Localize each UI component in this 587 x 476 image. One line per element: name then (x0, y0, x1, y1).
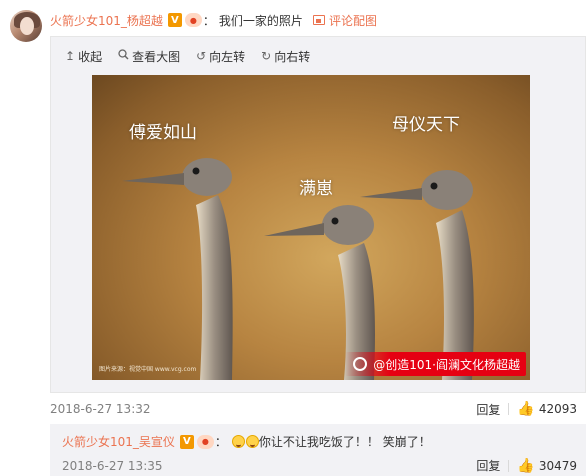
weibo-logo-icon (353, 357, 368, 371)
caption-left: 傅爱如山 (129, 123, 197, 143)
view-large-button[interactable]: 查看大图 (118, 48, 180, 65)
emoji-group (231, 435, 259, 448)
rotate-right-icon: ↻ (261, 49, 272, 63)
view-large-label: 查看大图 (132, 49, 181, 64)
post-text: 我们一家的照片 (218, 13, 303, 28)
photo-credit: 图片来源：视觉中国 www.vcg.com (99, 366, 197, 373)
verified-badge-icon[interactable]: V (179, 434, 194, 449)
collapse-button[interactable]: ↥ 收起 (65, 48, 102, 65)
rotate-left-button[interactable]: ↺ 向左转 (196, 48, 245, 65)
media-toolbar: ↥ 收起 查看大图 ↺ 向左转 ↻ 向右转 (51, 37, 585, 75)
media-box: ↥ 收起 查看大图 ↺ 向左转 ↻ 向右转 傅爱如山 满崽 母仪天下 图片来源：… (50, 36, 586, 393)
medal-badge-icon[interactable]: ● (184, 13, 202, 27)
post-timestamp: 2018-6-27 13:32 (50, 402, 151, 416)
laughing-emoji-icon (245, 435, 259, 448)
rotate-right-label: 向右转 (274, 49, 311, 64)
photo-watermark: @创造101·阎澜文化杨超越 (345, 352, 526, 376)
rotate-left-icon: ↺ (196, 49, 207, 63)
reply-timestamp: 2018-6-27 13:35 (62, 458, 163, 473)
colon: ： (214, 435, 227, 449)
divider (508, 403, 510, 415)
search-icon (118, 49, 129, 63)
collapse-label: 收起 (78, 49, 103, 64)
reply-button[interactable]: 回复 (476, 401, 500, 418)
picture-icon (312, 15, 325, 25)
like-icon[interactable]: 👍 (517, 458, 534, 474)
colon: ： (202, 13, 215, 28)
avatar-face (20, 17, 34, 35)
comment-pic-label: 评论配图 (328, 13, 377, 28)
post-actions: 回复 👍 42093 (476, 401, 577, 418)
caption-right: 母仪天下 (392, 115, 460, 135)
post-username[interactable]: 火箭少女101_杨超越 (50, 12, 163, 29)
reply-comment: 火箭少女101_吴宣仪 V ● ： 你让不让我吃饭了！！ 笑崩了！ 2018-6… (50, 424, 586, 476)
post-header: 火箭少女101_杨超越 V ● ： 我们一家的照片 评论配图 (50, 11, 577, 29)
rotate-right-button[interactable]: ↻ 向右转 (261, 48, 310, 65)
comment-pic-link[interactable]: 评论配图 (312, 12, 377, 29)
rotate-left-label: 向左转 (209, 49, 246, 64)
watermark-text: @创造101·阎澜文化杨超越 (373, 357, 520, 372)
like-icon[interactable]: 👍 (517, 401, 534, 417)
reply-username[interactable]: 火箭少女101_吴宣仪 (62, 433, 175, 450)
post-meta: 2018-6-27 13:32 回复 👍 42093 (50, 401, 577, 417)
caption-middle: 满崽 (299, 179, 333, 199)
divider (508, 459, 510, 472)
reply-text: 你让不让我吃饭了！！ 笑崩了！ (258, 435, 431, 449)
reply-reply-button[interactable]: 回复 (476, 457, 500, 474)
ostrich-photo[interactable]: 傅爱如山 满崽 母仪天下 图片来源：视觉中国 www.vcg.com @创造10… (92, 75, 530, 380)
medal-badge-icon[interactable]: ● (196, 434, 214, 449)
collapse-icon: ↥ (65, 49, 76, 63)
reply-actions: 回复 👍 30479 (476, 457, 577, 474)
reply-like-count: 30479 (538, 458, 577, 473)
reply-header: 火箭少女101_吴宣仪 V ● ： 你让不让我吃饭了！！ 笑崩了！ (62, 433, 431, 450)
reply-meta: 2018-6-27 13:35 回复 👍 30479 (62, 457, 577, 474)
laughing-emoji-icon (231, 435, 245, 448)
verified-badge-icon[interactable]: V (167, 13, 182, 27)
avatar[interactable] (10, 10, 42, 42)
like-count: 42093 (538, 402, 577, 416)
